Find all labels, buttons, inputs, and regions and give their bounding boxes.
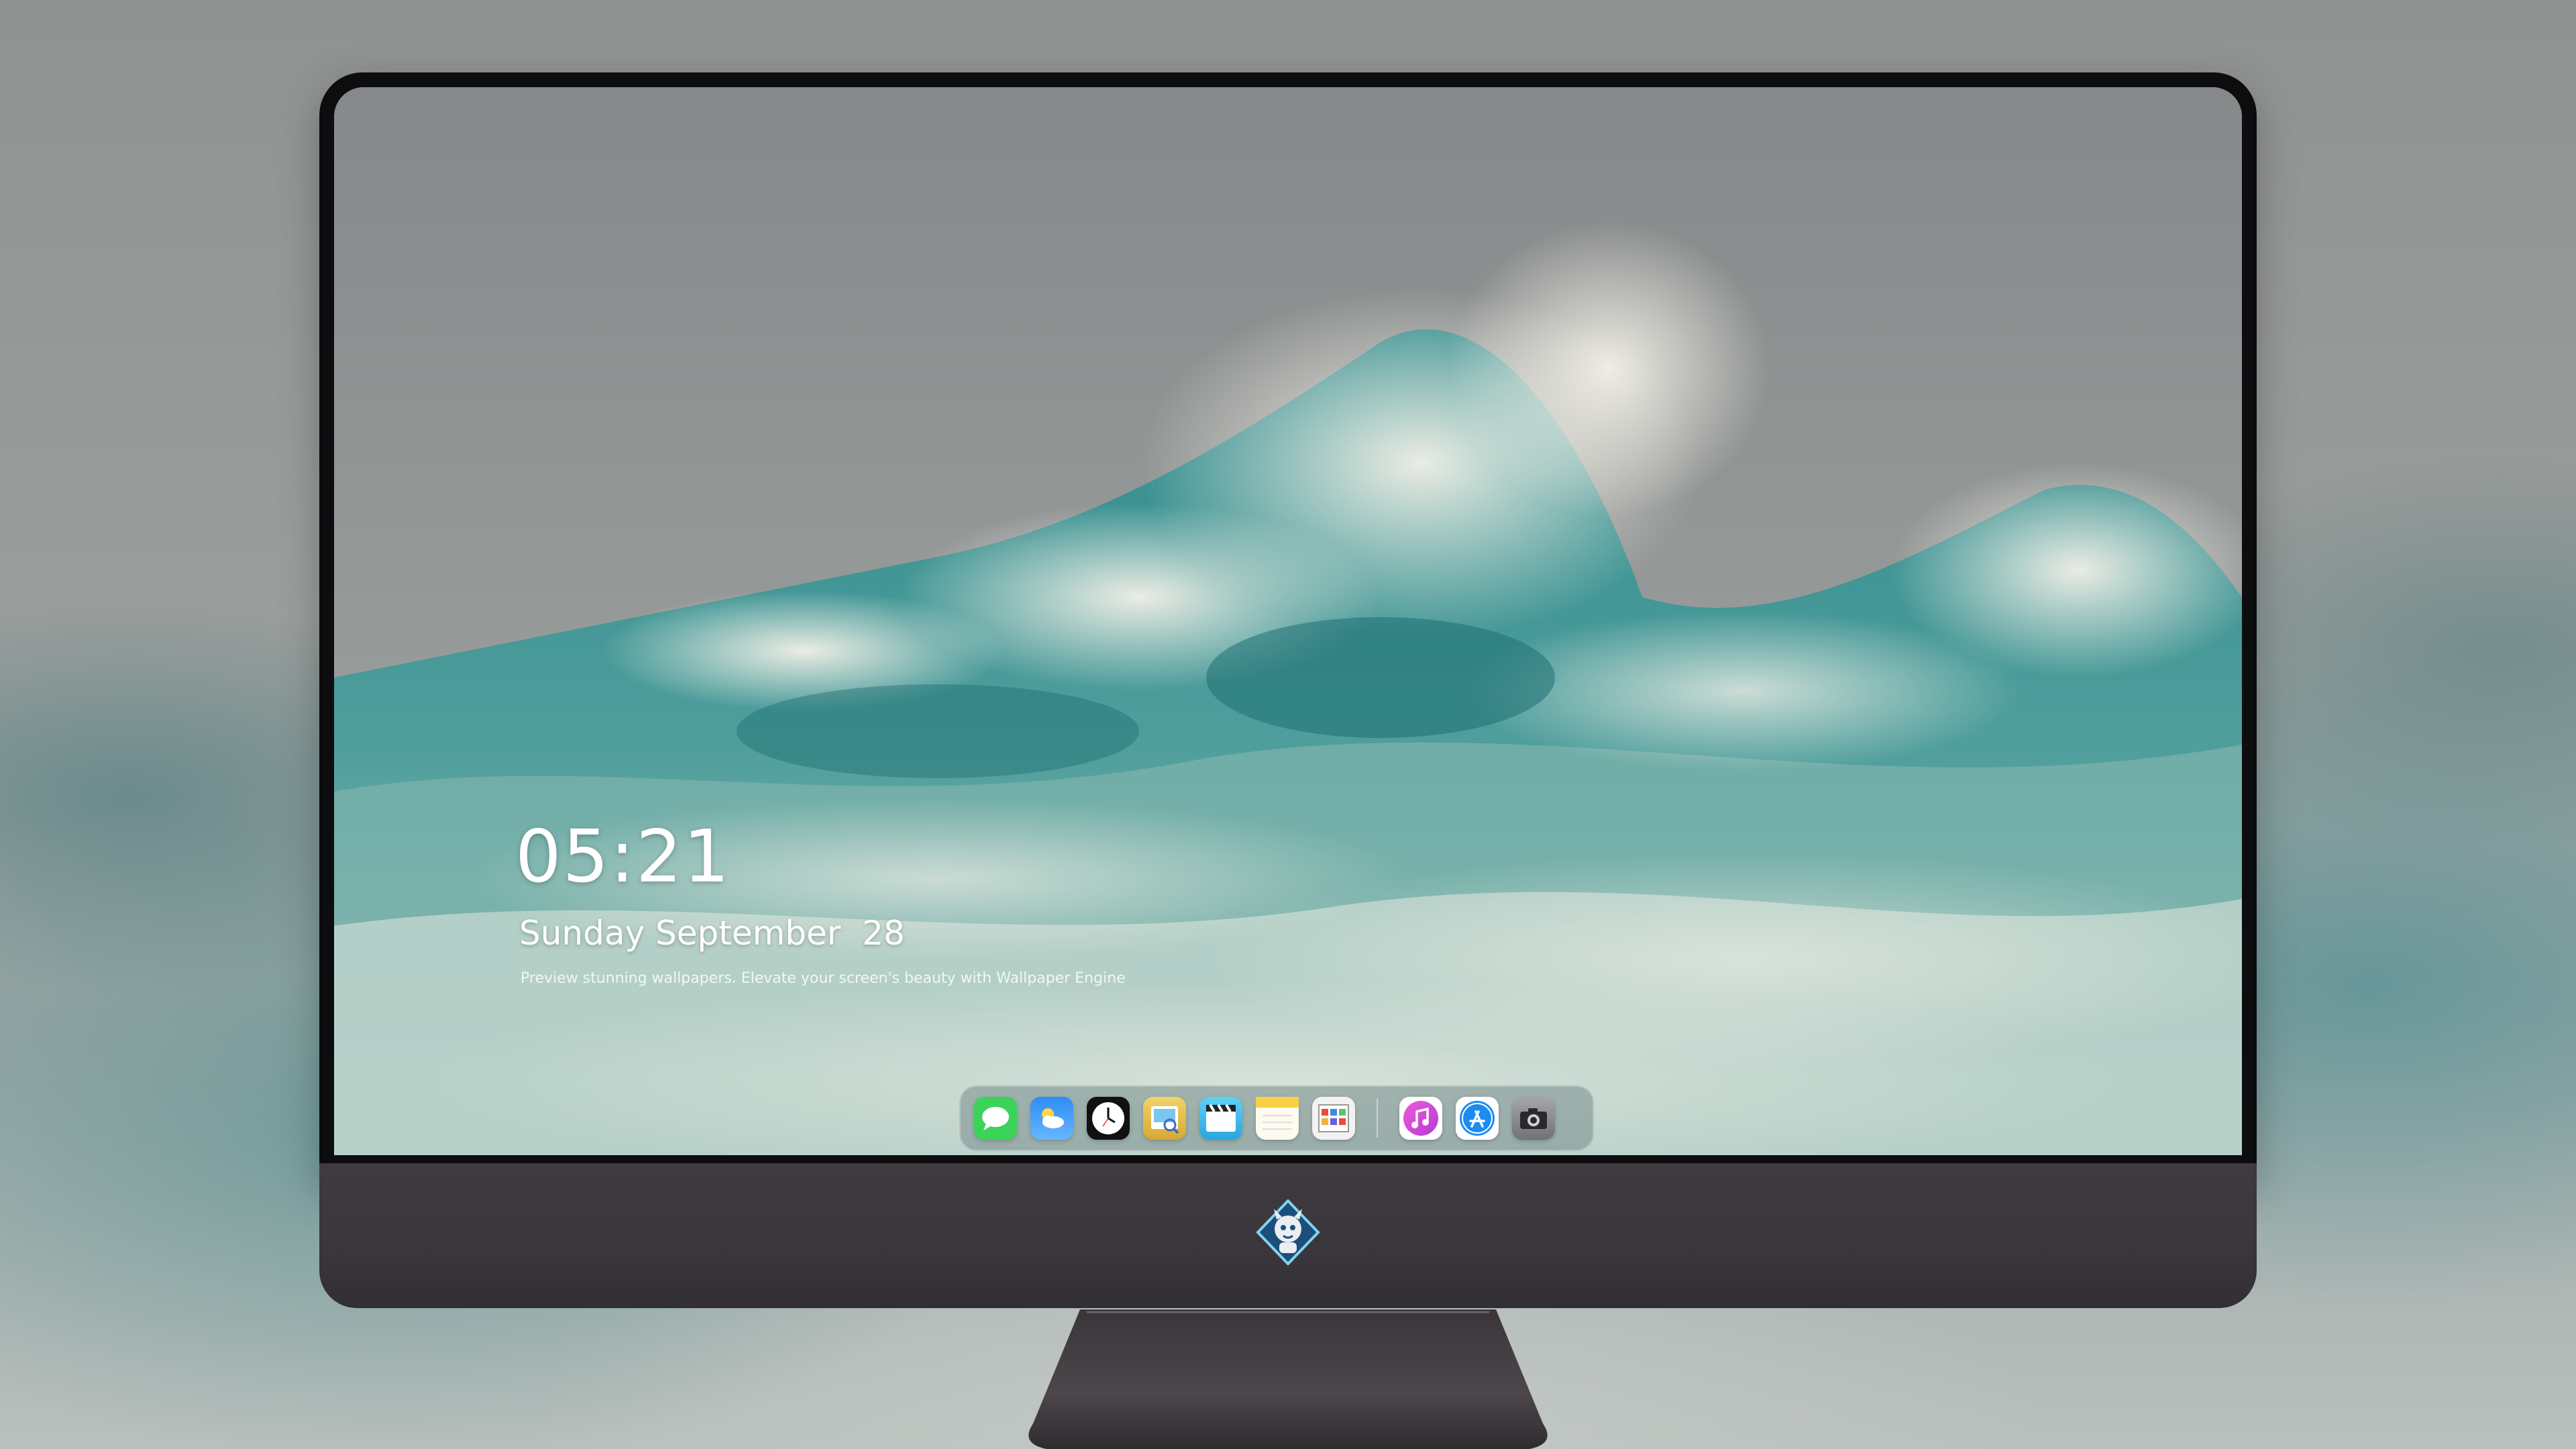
- screen[interactable]: 05:21 Sunday September 28 Preview stunni…: [334, 87, 2242, 1155]
- monitor-bezel: 05:21 Sunday September 28 Preview stunni…: [319, 72, 2257, 1179]
- app-store-icon[interactable]: [1456, 1097, 1499, 1140]
- clips-icon[interactable]: [1199, 1097, 1242, 1140]
- dock-separator: [1377, 1099, 1378, 1138]
- calendar-grid-icon[interactable]: [1312, 1097, 1355, 1140]
- mascot-logo-icon: [1256, 1199, 1320, 1265]
- notes-icon[interactable]: [1256, 1097, 1299, 1140]
- monitor: 05:21 Sunday September 28 Preview stunni…: [319, 72, 2257, 1308]
- lock-screen-tagline: Preview stunning wallpapers. Elevate you…: [521, 970, 1126, 987]
- ocean-wave-wallpaper: [334, 87, 2242, 1155]
- clock-icon[interactable]: [1087, 1097, 1130, 1140]
- preview-icon[interactable]: [1143, 1097, 1186, 1140]
- weather-icon[interactable]: [1030, 1097, 1073, 1140]
- dock: [959, 1085, 1594, 1151]
- camera-icon[interactable]: [1512, 1097, 1555, 1140]
- lock-screen-date: Sunday September 28: [519, 914, 905, 953]
- monitor-stand: [1028, 1309, 1548, 1449]
- lock-screen-time: 05:21: [515, 815, 731, 899]
- music-icon[interactable]: [1399, 1097, 1442, 1140]
- messages-icon[interactable]: [974, 1097, 1017, 1140]
